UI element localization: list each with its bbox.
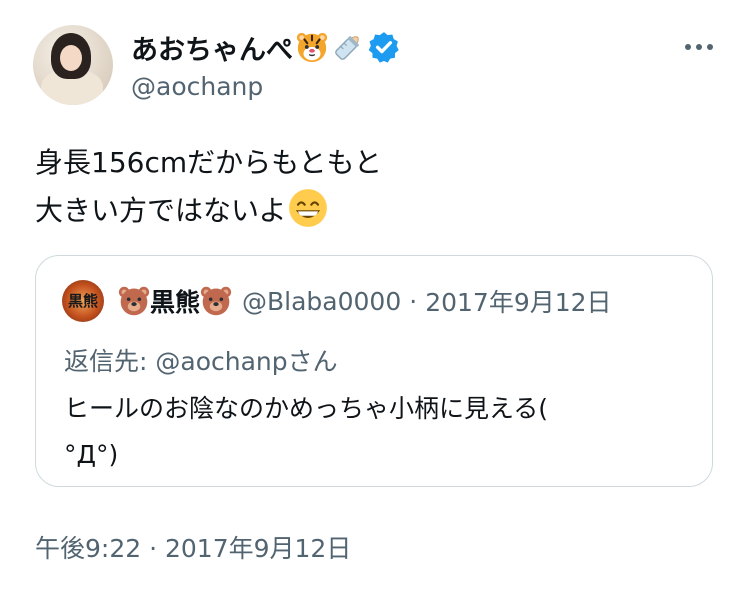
author-name-text: あおちゃんぺ <box>131 34 293 66</box>
quoted-author-handle[interactable]: @Blaba0000 <box>242 287 401 316</box>
tweet-timestamp[interactable]: 午後9:22 · 2017年9月12日 <box>35 529 351 565</box>
quoted-avatar-text: 黒熊 <box>67 292 98 310</box>
quoted-text-line: ヒールのお陰なのかめっちゃ小柄に見える( <box>64 394 549 423</box>
more-options-button[interactable] <box>680 32 718 62</box>
tiger-face-icon <box>296 32 328 63</box>
author-display-name[interactable]: あおちゃんぺ <box>131 29 401 66</box>
tweet-text: 身長156cmだからもともと 大きい方ではないよ <box>35 139 715 235</box>
quoted-tweet-text: ヒールのお陰なのかめっちゃ小柄に見える( °Д°) <box>64 386 684 478</box>
more-dots-icon <box>685 44 713 50</box>
tweet: あおちゃんぺ @aochanp 身長156cmだからもともと 大きい方ではないよ… <box>0 0 750 595</box>
quoted-meta-separator: · <box>409 286 418 316</box>
author-avatar[interactable] <box>33 25 113 105</box>
tweet-text-line-content: 大きい方ではないよ <box>35 194 287 227</box>
author-handle[interactable]: @aochanp <box>131 72 263 101</box>
quoted-reply-to: 返信先: @aochanpさん <box>64 347 338 376</box>
quoted-tweet-header: 黒熊 黒熊 @Blaba0000 · 2017年9月12日 <box>62 280 612 322</box>
bear-face-icon <box>200 286 232 316</box>
quoted-author-avatar[interactable]: 黒熊 <box>62 280 104 322</box>
timestamp-date: 2017年9月12日 <box>165 534 352 563</box>
quoted-tweet-card[interactable]: 黒熊 黒熊 @Blaba0000 · 2017年9月12日 返信先: @aoch… <box>35 255 713 487</box>
quoted-author-name[interactable]: 黒熊 <box>118 283 232 319</box>
quoted-text-line: °Д°) <box>64 440 119 469</box>
tweet-text-line: 大きい方ではないよ <box>35 187 715 235</box>
verified-badge-icon <box>368 32 399 63</box>
quoted-author-name-text: 黒熊 <box>150 288 201 317</box>
timestamp-time: 午後9:22 <box>35 534 142 563</box>
grinning-face-icon <box>289 189 328 227</box>
tweet-text-line: 身長156cmだからもともと <box>35 146 382 179</box>
timestamp-separator: · <box>149 534 158 563</box>
quoted-tweet-date[interactable]: 2017年9月12日 <box>425 283 611 319</box>
baby-bottle-icon <box>335 36 359 60</box>
bear-face-icon <box>118 286 150 316</box>
avatar-figure-face <box>60 45 82 71</box>
